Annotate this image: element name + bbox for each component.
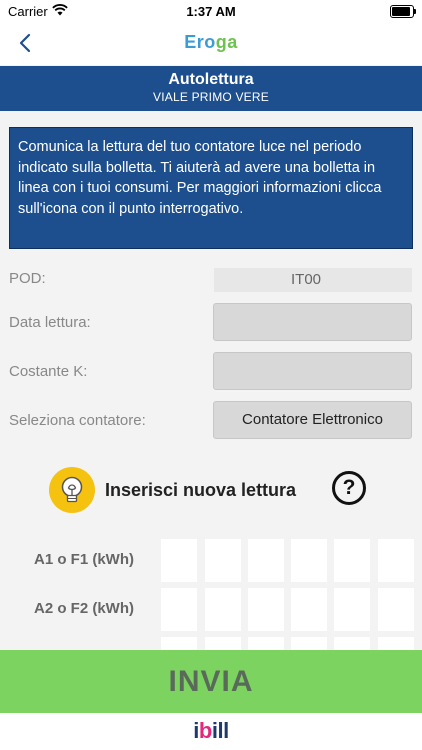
- battery-icon: [390, 5, 416, 18]
- contatore-label: Seleziona contatore:: [9, 412, 146, 429]
- ibill-logo-b: b: [198, 718, 212, 743]
- digit-cell[interactable]: [378, 588, 414, 631]
- digit-cell[interactable]: [334, 539, 370, 582]
- ibill-logo: ibill: [0, 718, 422, 744]
- page-header: Autolettura VIALE PRIMO VERE: [0, 66, 422, 111]
- status-bar: Carrier 1:37 AM: [0, 0, 422, 22]
- data-lettura-input[interactable]: [213, 303, 412, 341]
- send-button[interactable]: INVIA: [0, 650, 422, 713]
- digit-cell[interactable]: [205, 539, 241, 582]
- pod-value-field: IT00: [214, 268, 412, 292]
- costante-k-input[interactable]: [213, 352, 412, 390]
- lightbulb-icon: [49, 467, 95, 513]
- info-box: Comunica la lettura del tuo contatore lu…: [9, 127, 413, 249]
- footer: ibill: [0, 713, 422, 750]
- digit-cell[interactable]: [291, 588, 327, 631]
- reading-label-a1: A1 o F1 (kWh): [34, 551, 134, 568]
- help-icon[interactable]: ?: [332, 471, 366, 505]
- app-logo: Eroga: [0, 32, 422, 53]
- new-reading-label: Inserisci nuova lettura: [105, 480, 297, 500]
- contatore-select[interactable]: Contatore Elettronico: [213, 401, 412, 439]
- digit-cell[interactable]: [378, 539, 414, 582]
- new-reading-section: Inserisci nuova lettura ?: [0, 467, 422, 513]
- digit-cell[interactable]: [248, 539, 284, 582]
- digit-cell[interactable]: [248, 588, 284, 631]
- data-lettura-label: Data lettura:: [9, 314, 91, 331]
- digit-cell[interactable]: [205, 588, 241, 631]
- pod-value: IT00: [291, 271, 322, 288]
- nav-bar: Eroga: [0, 22, 422, 65]
- digit-cell[interactable]: [161, 539, 197, 582]
- page-title: Autolettura: [168, 71, 254, 88]
- digit-cell[interactable]: [291, 539, 327, 582]
- digit-cell[interactable]: [334, 588, 370, 631]
- pod-label: POD:: [9, 270, 46, 287]
- clock: 1:37 AM: [186, 4, 236, 19]
- costante-k-label: Costante K:: [9, 363, 88, 380]
- ibill-logo-rest: ill: [211, 718, 229, 743]
- logo-part-1: Ero: [184, 32, 216, 52]
- logo-part-2: ga: [215, 32, 238, 52]
- reading-label-a2: A2 o F2 (kWh): [34, 600, 134, 617]
- digit-cell[interactable]: [161, 588, 197, 631]
- page-subtitle: VIALE PRIMO VERE: [153, 90, 269, 104]
